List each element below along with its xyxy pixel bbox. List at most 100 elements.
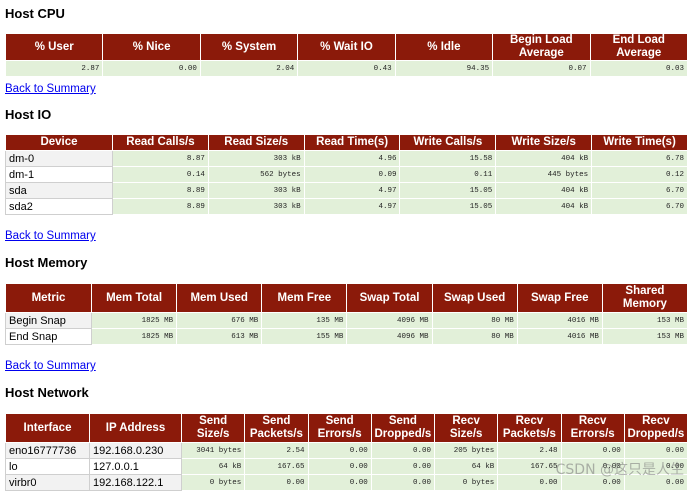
table-cell: 4016 MB — [516, 328, 603, 345]
table-cell: 80 MB — [431, 328, 518, 345]
table-cell: 2.54 — [244, 442, 309, 459]
memory-col-mem-total: Mem Total — [90, 283, 178, 313]
table-cell: 0.11 — [399, 166, 497, 183]
table-cell: 303 kB — [207, 150, 305, 167]
cpu-col-end-load: End Load Average — [589, 33, 689, 61]
cpu-table: % User % Nice % System % Wait IO % Idle … — [4, 33, 689, 77]
network-col-recv-errors: Recv Errors/s — [560, 413, 625, 443]
network-col-send-size: Send Size/s — [180, 413, 246, 443]
cpu-header-row: % User % Nice % System % Wait IO % Idle … — [4, 33, 689, 61]
cpu-system-value: 2.04 — [199, 60, 299, 77]
memory-col-swap-total: Swap Total — [346, 283, 433, 313]
io-table: Device Read Calls/s Read Size/s Read Tim… — [5, 134, 688, 215]
table-cell: 1825 MB — [90, 328, 178, 345]
table-cell: 0.00 — [370, 458, 436, 475]
table-cell: 153 MB — [601, 328, 689, 345]
table-cell: 2.48 — [497, 442, 562, 459]
table-row: Begin Snap 1825 MB 676 MB 135 MB 4096 MB… — [5, 312, 689, 329]
cpu-col-begin-load: Begin Load Average — [492, 33, 591, 61]
memory-metric: Begin Snap — [5, 312, 92, 329]
table-cell: 64 kB — [180, 458, 246, 475]
table-cell: 15.05 — [399, 182, 497, 199]
io-back-wrap: Back to Summary — [5, 226, 96, 244]
table-cell: 155 MB — [261, 328, 348, 345]
table-cell: 0.12 — [591, 166, 688, 183]
table-cell: 445 bytes — [495, 166, 593, 183]
table-row: sda 8.89 303 kB 4.97 15.05 404 kB 6.70 — [5, 182, 688, 199]
table-cell: 6.70 — [591, 198, 688, 215]
table-cell: 0.00 — [497, 474, 562, 491]
back-to-summary-link[interactable]: Back to Summary — [5, 230, 96, 242]
io-title: Host IO — [5, 107, 52, 122]
cpu-title: Host CPU — [5, 6, 65, 21]
table-cell: 205 bytes — [433, 442, 499, 459]
table-cell: 1825 MB — [90, 312, 178, 329]
table-row: dm-1 0.14 562 bytes 0.09 0.11 445 bytes … — [5, 166, 688, 183]
table-cell: 135 MB — [261, 312, 348, 329]
table-cell: 4096 MB — [346, 312, 433, 329]
io-col-read-size: Read Size/s — [207, 134, 305, 151]
io-section: Host IO — [5, 107, 51, 122]
table-cell: 4.96 — [303, 150, 401, 167]
csdn-watermark: CSDN @这只是人生 — [555, 462, 684, 478]
memory-col-metric: Metric — [5, 283, 92, 313]
network-col-recv-packets: Recv Packets/s — [497, 413, 562, 443]
cpu-nice-value: 0.00 — [102, 60, 201, 77]
cpu-idle-value: 94.35 — [394, 60, 494, 77]
cpu-col-nice: % Nice — [102, 33, 201, 61]
cpu-col-waitio: % Wait IO — [297, 33, 396, 61]
io-table-wrap: Device Read Calls/s Read Size/s Read Tim… — [5, 134, 688, 215]
cpu-user-value: 2.87 — [4, 60, 104, 77]
io-device: dm-0 — [5, 150, 113, 167]
table-cell: 404 kB — [495, 198, 593, 215]
memory-col-mem-used: Mem Used — [176, 283, 263, 313]
table-row: End Snap 1825 MB 613 MB 155 MB 4096 MB 8… — [5, 328, 689, 345]
network-col-send-packets: Send Packets/s — [244, 413, 309, 443]
memory-col-swap-used: Swap Used — [431, 283, 518, 313]
io-header-row: Device Read Calls/s Read Size/s Read Tim… — [5, 134, 688, 151]
cpu-section: Host CPU — [5, 6, 65, 21]
table-cell: 8.89 — [112, 198, 209, 215]
network-col-ip: IP Address — [89, 413, 182, 443]
cpu-col-idle: % Idle — [394, 33, 494, 61]
memory-metric: End Snap — [5, 328, 92, 345]
io-col-write-time: Write Time(s) — [591, 134, 688, 151]
cpu-end-load-value: 0.03 — [589, 60, 689, 77]
cpu-waitio-value: 0.43 — [297, 60, 396, 77]
memory-section: Host Memory — [5, 255, 87, 270]
back-to-summary-link[interactable]: Back to Summary — [5, 360, 96, 372]
table-row: 2.87 0.00 2.04 0.43 94.35 0.07 0.03 — [4, 60, 689, 77]
back-to-summary-link[interactable]: Back to Summary — [5, 83, 96, 95]
table-cell: 167.65 — [497, 458, 562, 475]
table-cell: 0.09 — [303, 166, 401, 183]
table-cell: 8.87 — [112, 150, 209, 167]
table-row: dm-0 8.87 303 kB 4.96 15.58 404 kB 6.78 — [5, 150, 688, 167]
table-cell: 303 kB — [207, 198, 305, 215]
table-cell: 0.00 — [307, 442, 372, 459]
table-cell: 64 kB — [433, 458, 499, 475]
io-col-write-calls: Write Calls/s — [399, 134, 497, 151]
table-cell: 4016 MB — [516, 312, 603, 329]
io-device: dm-1 — [5, 166, 113, 183]
network-section: Host Network — [5, 385, 89, 400]
network-col-recv-dropped: Recv Dropped/s — [623, 413, 689, 443]
table-cell: 6.78 — [591, 150, 688, 167]
table-cell: 3041 bytes — [180, 442, 246, 459]
network-interface: eno16777736 — [5, 442, 90, 459]
table-cell: 80 MB — [431, 312, 518, 329]
io-col-device: Device — [5, 134, 113, 151]
table-cell: 0.00 — [244, 474, 309, 491]
network-ip: 127.0.0.1 — [89, 458, 182, 475]
table-cell: 167.65 — [244, 458, 309, 475]
memory-back-wrap: Back to Summary — [5, 356, 96, 374]
memory-header-row: Metric Mem Total Mem Used Mem Free Swap … — [5, 283, 689, 313]
io-col-write-size: Write Size/s — [495, 134, 593, 151]
table-cell: 0.00 — [560, 442, 625, 459]
cpu-begin-load-value: 0.07 — [492, 60, 591, 77]
table-cell: 4096 MB — [346, 328, 433, 345]
cpu-col-system: % System — [199, 33, 299, 61]
table-cell: 153 MB — [601, 312, 689, 329]
table-cell: 404 kB — [495, 150, 593, 167]
table-cell: 15.58 — [399, 150, 497, 167]
table-cell: 0.00 — [623, 442, 689, 459]
